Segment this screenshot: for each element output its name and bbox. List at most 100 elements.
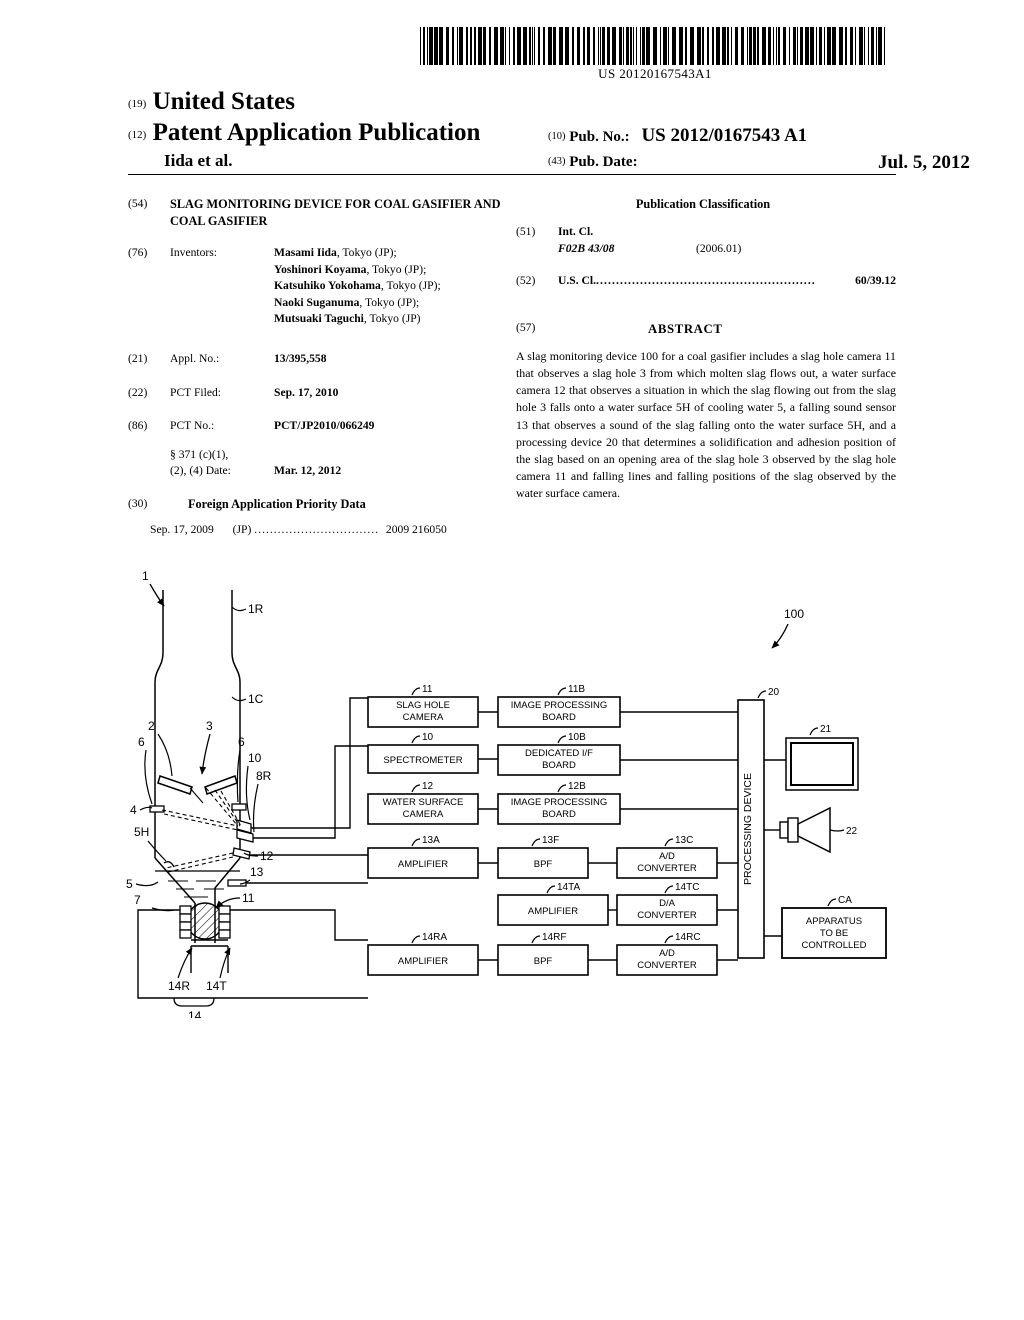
application-number-field: (21) Appl. No.: 13/395,558 <box>128 351 508 367</box>
leader-line <box>411 687 421 696</box>
leader-line <box>531 935 541 944</box>
barcode-bar <box>757 27 759 65</box>
barcode-bar <box>642 27 645 65</box>
section-371-date-label: (2), (4) Date: <box>170 464 231 478</box>
barcode-bar <box>707 27 709 65</box>
leader-line <box>809 727 819 736</box>
brace-14 <box>173 997 215 1007</box>
barcode-bar <box>868 27 869 65</box>
barcode-bar <box>420 27 421 65</box>
barcode-bar <box>768 27 771 65</box>
block-ref: 11B <box>568 684 585 695</box>
barcode-bar <box>529 27 531 65</box>
speaker[interactable]: 22 <box>764 806 858 854</box>
publication-classification-header: Publication Classification <box>635 197 771 211</box>
us-cl-label: U.S. Cl. <box>558 274 597 288</box>
monitor-screen[interactable] <box>790 742 854 786</box>
inventor-row: Yoshinori Koyama, Tokyo (JP); <box>274 262 508 278</box>
apparatus-to-be-controlled[interactable]: APPARATUS TO BE CONTROLLED CA <box>764 895 887 959</box>
block-label: CONVERTER <box>637 863 697 874</box>
barcode-bar <box>690 27 694 65</box>
barcode-bar <box>783 27 786 65</box>
barcode-bar <box>864 27 865 65</box>
splash-mark <box>163 861 175 868</box>
barcode-bar <box>513 27 515 65</box>
ref-14: 14 <box>188 1009 202 1018</box>
pub-number-value: US 2012/0167543 A1 <box>641 125 808 146</box>
figure-svg: SLAG HOLE CAMERA 11 IMAGE PROCESSING BOA… <box>126 569 887 1018</box>
leader-line <box>531 838 541 847</box>
barcode-bar <box>548 27 552 65</box>
leader-arrow <box>199 733 211 775</box>
barcode-bar <box>423 27 425 65</box>
gasifier-vessel <box>154 590 241 943</box>
us-cl-field: (52) 60/39.12 U.S. Cl...................… <box>516 273 896 289</box>
foreign-priority-header: Foreign Application Priority Data <box>188 496 366 511</box>
transducer-array-14T <box>218 905 231 939</box>
country-name: United States <box>152 88 295 115</box>
inventors-field: (76) Inventors: Masami Iida, Tokyo (JP);… <box>128 245 508 327</box>
barcode-bar <box>712 27 714 65</box>
apparatus-label: APPARATUS <box>806 916 862 927</box>
barcode <box>420 27 890 65</box>
barcode-bar <box>793 27 796 65</box>
barcode-bar <box>762 27 766 65</box>
barcode-bar <box>602 27 605 65</box>
inventor-row: Mutsuaki Taguchi, Tokyo (JP) <box>274 311 508 327</box>
barcode-bar <box>789 27 790 65</box>
monitor[interactable]: 21 <box>764 724 859 791</box>
barcode-bar <box>466 27 468 65</box>
block-label: A/D <box>659 948 675 959</box>
leader-line <box>245 765 251 821</box>
barcode-bar <box>505 27 506 65</box>
barcode-bar <box>500 27 504 65</box>
barcode-bar <box>478 27 482 65</box>
barcode-bar <box>824 27 825 65</box>
barcode-bar <box>660 27 661 65</box>
ref-13: 13 <box>250 865 264 879</box>
field-code-51: (51) <box>516 225 536 239</box>
speaker-neck <box>787 817 799 843</box>
doctype-line: (12) Patent Application Publication <box>128 119 480 147</box>
block-ref: 10 <box>422 732 434 743</box>
block-label: D/A <box>659 898 676 909</box>
barcode-bar <box>731 27 732 65</box>
processing-device-label: PROCESSING DEVICE <box>742 773 754 885</box>
slag-flow-indicator <box>189 787 204 804</box>
processing-device-ref: 20 <box>768 687 780 698</box>
barcode-bar <box>778 27 780 65</box>
leader-line <box>135 881 159 887</box>
pub-number-row: (10) Pub. No.: US 2012/0167543 A1 <box>548 125 807 147</box>
leader-line <box>411 735 421 744</box>
system-label-100: 100 <box>771 607 804 649</box>
pub-date-value: Jul. 5, 2012 <box>878 152 970 173</box>
leader-line <box>231 606 247 612</box>
block-label: IMAGE PROCESSING <box>511 797 608 808</box>
inventors-label: Inventors: <box>170 246 218 260</box>
block-label: SPECTROMETER <box>383 755 462 766</box>
barcode-bar <box>839 27 843 65</box>
leader-arrow <box>149 583 165 607</box>
block-label: BOARD <box>542 760 576 771</box>
barcode-bar <box>636 27 637 65</box>
block-ref: 12B <box>568 781 586 792</box>
processing-device[interactable]: PROCESSING DEVICE 20 <box>737 687 780 959</box>
monitor-ref: 21 <box>820 724 832 735</box>
inventor-name: Naoki Suganuma <box>274 295 360 309</box>
barcode-bar <box>429 27 433 65</box>
block-label: AMPLIFIER <box>398 859 448 870</box>
block-row-5: AMPLIFIER 14TA D/A CONVERTER 14TC <box>497 882 738 926</box>
barcode-bar <box>753 27 756 65</box>
block-label: AMPLIFIER <box>398 956 448 967</box>
inventor-name: Mutsuaki Taguchi <box>274 312 364 325</box>
barcode-bar <box>845 27 847 65</box>
barcode-bar <box>747 27 748 65</box>
inventor-location: , Tokyo (JP); <box>359 295 420 309</box>
ref-8R: 7 <box>134 893 141 907</box>
barcode-bar <box>697 27 701 65</box>
block-ref: 14RC <box>675 932 701 943</box>
field-code-52: (52) <box>516 274 536 288</box>
barcode-bar <box>583 27 585 65</box>
patent-page: US 20120167543A1 (19) United States (12)… <box>0 0 1024 1320</box>
barcode-bar <box>884 27 885 65</box>
